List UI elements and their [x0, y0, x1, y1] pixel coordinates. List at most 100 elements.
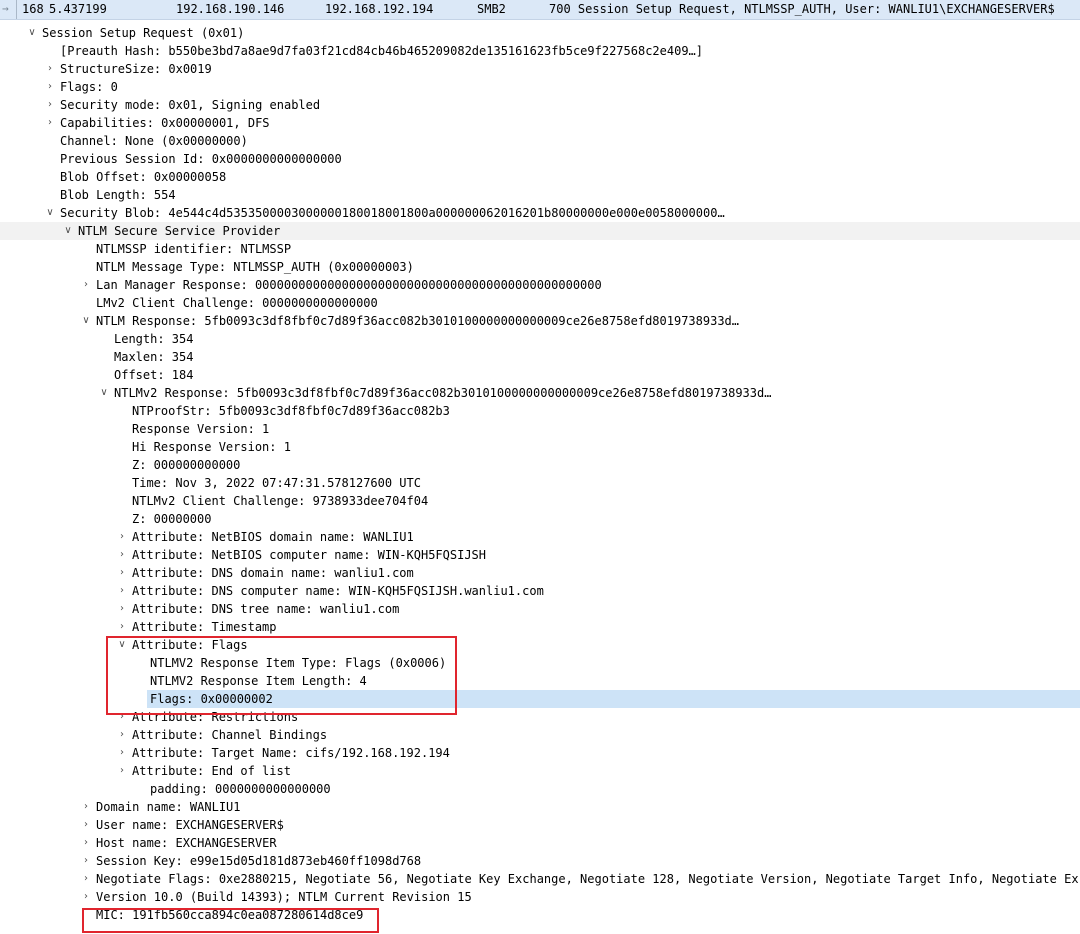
tree-row[interactable]: [Preauth Hash: b550be3bd7a8ae9d7fa03f21c…	[0, 42, 1080, 60]
tree-row-label: Blob Offset: 0x00000058	[60, 170, 227, 184]
chevron-right-icon[interactable]: ›	[80, 816, 92, 834]
chevron-right-icon[interactable]: ›	[80, 888, 92, 906]
tree-row[interactable]: › Attribute: End of list	[0, 762, 1080, 780]
tree-row[interactable]: › Session Key: e99e15d05d181d873eb460ff10…	[0, 852, 1080, 870]
tree-row-label: Flags: 0	[60, 80, 118, 94]
tree-row[interactable]: › Lan Manager Response: 00000000000000000…	[0, 276, 1080, 294]
chevron-right-icon[interactable]: ›	[116, 546, 128, 564]
tree-row-label: Host name: EXCHANGESERVER	[96, 836, 277, 850]
chevron-right-icon[interactable]: ›	[116, 528, 128, 546]
chevron-right-icon[interactable]: ›	[80, 870, 92, 888]
packet-number: 168	[22, 2, 44, 16]
tree-row[interactable]: ∨ NTLM Secure Service Provider	[0, 222, 1080, 240]
tree-row[interactable]: › User name: EXCHANGESERVER$	[0, 816, 1080, 834]
chevron-right-icon[interactable]: ›	[116, 600, 128, 618]
tree-row-label: NTProofStr: 5fb0093c3df8fbf0c7d89f36acc0…	[132, 404, 450, 418]
tree-row-label: NTLM Response: 5fb0093c3df8fbf0c7d89f36a…	[96, 314, 739, 328]
tree-row[interactable]: Length: 354	[0, 330, 1080, 348]
tree-row[interactable]: › Security mode: 0x01, Signing enabled	[0, 96, 1080, 114]
tree-row[interactable]: Blob Length: 554	[0, 186, 1080, 204]
tree-row[interactable]: Offset: 184	[0, 366, 1080, 384]
tree-row-label: Attribute: Timestamp	[132, 620, 277, 634]
packet-protocol: SMB2	[477, 2, 506, 16]
tree-row[interactable]: Z: 00000000	[0, 510, 1080, 528]
tree-row[interactable]: › Version 10.0 (Build 14393); NTLM Curren…	[0, 888, 1080, 906]
tree-row[interactable]: › Attribute: Target Name: cifs/192.168.19…	[0, 744, 1080, 762]
tree-row-label: Blob Length: 554	[60, 188, 176, 202]
tree-row[interactable]: NTLMSSP identifier: NTLMSSP	[0, 240, 1080, 258]
tree-row[interactable]: Previous Session Id: 0x0000000000000000	[0, 150, 1080, 168]
tree-row[interactable]: › Attribute: Timestamp	[0, 618, 1080, 636]
chevron-right-icon[interactable]: ›	[44, 60, 56, 78]
chevron-right-icon[interactable]: ›	[116, 744, 128, 762]
chevron-right-icon[interactable]: ›	[44, 96, 56, 114]
packet-time: 5.437199	[49, 2, 107, 16]
tree-row[interactable]: › Attribute: Channel Bindings	[0, 726, 1080, 744]
tree-row-label: Hi Response Version: 1	[132, 440, 291, 454]
tree-row[interactable]: › Attribute: NetBIOS domain name: WANLIU1	[0, 528, 1080, 546]
tree-row[interactable]: NTProofStr: 5fb0093c3df8fbf0c7d89f36acc0…	[0, 402, 1080, 420]
tree-row[interactable]: LMv2 Client Challenge: 0000000000000000	[0, 294, 1080, 312]
tree-row[interactable]: ∨ Session Setup Request (0x01)	[0, 24, 1080, 42]
tree-row-label: Attribute: DNS tree name: wanliu1.com	[132, 602, 400, 616]
packet-destination: 192.168.192.194	[325, 2, 434, 16]
tree-row[interactable]: padding: 0000000000000000	[0, 780, 1080, 798]
tree-row[interactable]: › Flags: 0	[0, 78, 1080, 96]
packet-row-divider	[16, 0, 17, 19]
tree-row[interactable]: Channel: None (0x00000000)	[0, 132, 1080, 150]
tree-row[interactable]: › Attribute: NetBIOS computer name: WIN-K…	[0, 546, 1080, 564]
tree-row[interactable]: Response Version: 1	[0, 420, 1080, 438]
chevron-right-icon[interactable]: ›	[80, 276, 92, 294]
tree-row[interactable]: › Host name: EXCHANGESERVER	[0, 834, 1080, 852]
tree-row-label: Security Blob: 4e544c4d53535000030000001…	[60, 206, 725, 220]
tree-row[interactable]: › Negotiate Flags: 0xe2880215, Negotiate …	[0, 870, 1080, 888]
mic-annotation-box	[82, 908, 379, 933]
chevron-right-icon[interactable]: ›	[44, 78, 56, 96]
chevron-right-icon[interactable]: ›	[116, 762, 128, 780]
tree-row-label: Session Setup Request (0x01)	[42, 26, 245, 40]
chevron-down-icon[interactable]: ∨	[26, 24, 38, 42]
tree-row-label: Attribute: Target Name: cifs/192.168.192…	[132, 746, 450, 760]
tree-row-label: Length: 354	[114, 332, 194, 346]
tree-row[interactable]: Time: Nov 3, 2022 07:47:31.578127600 UTC	[0, 474, 1080, 492]
tree-row-label: Attribute: DNS computer name: WIN-KQH5FQ…	[132, 584, 544, 598]
tree-row[interactable]: Maxlen: 354	[0, 348, 1080, 366]
chevron-right-icon[interactable]: ›	[116, 618, 128, 636]
tree-row[interactable]: ∨ NTLM Response: 5fb0093c3df8fbf0c7d89f36…	[0, 312, 1080, 330]
chevron-right-icon[interactable]: ›	[80, 852, 92, 870]
chevron-right-icon[interactable]: ›	[116, 564, 128, 582]
tree-row[interactable]: Z: 000000000000	[0, 456, 1080, 474]
tree-row[interactable]: › Domain name: WANLIU1	[0, 798, 1080, 816]
tree-row[interactable]: NTLM Message Type: NTLMSSP_AUTH (0x00000…	[0, 258, 1080, 276]
tree-row[interactable]: › Capabilities: 0x00000001, DFS	[0, 114, 1080, 132]
chevron-down-icon[interactable]: ∨	[62, 222, 74, 240]
tree-row-label: LMv2 Client Challenge: 0000000000000000	[96, 296, 378, 310]
tree-row-label: Version 10.0 (Build 14393); NTLM Current…	[96, 890, 472, 904]
packet-length-info: 700 Session Setup Request, NTLMSSP_AUTH,…	[549, 2, 1055, 16]
chevron-down-icon[interactable]: ∨	[98, 384, 110, 402]
tree-row-label: NTLMv2 Response: 5fb0093c3df8fbf0c7d89f3…	[114, 386, 772, 400]
packet-details-tree[interactable]: ∨ Session Setup Request (0x01) [Preauth Ha…	[0, 24, 1080, 934]
tree-row-label: [Preauth Hash: b550be3bd7a8ae9d7fa03f21c…	[60, 44, 703, 58]
chevron-down-icon[interactable]: ∨	[80, 312, 92, 330]
tree-row[interactable]: Hi Response Version: 1	[0, 438, 1080, 456]
tree-row-label: Attribute: End of list	[132, 764, 291, 778]
tree-row[interactable]: › Attribute: DNS tree name: wanliu1.com	[0, 600, 1080, 618]
tree-row[interactable]: › Attribute: DNS domain name: wanliu1.com	[0, 564, 1080, 582]
chevron-right-icon[interactable]: ›	[80, 798, 92, 816]
tree-row[interactable]: › StructureSize: 0x0019	[0, 60, 1080, 78]
chevron-right-icon[interactable]: ›	[116, 726, 128, 744]
tree-row[interactable]: ∨ NTLMv2 Response: 5fb0093c3df8fbf0c7d89f…	[0, 384, 1080, 402]
chevron-right-icon[interactable]: ›	[44, 114, 56, 132]
tree-row-label: Time: Nov 3, 2022 07:47:31.578127600 UTC	[132, 476, 421, 490]
tree-row-label: NTLMSSP identifier: NTLMSSP	[96, 242, 292, 256]
tree-row[interactable]: NTLMv2 Client Challenge: 9738933dee704f0…	[0, 492, 1080, 510]
chevron-right-icon[interactable]: ›	[80, 834, 92, 852]
tree-row[interactable]: ∨ Security Blob: 4e544c4d5353500003000000…	[0, 204, 1080, 222]
tree-row[interactable]: › Attribute: DNS computer name: WIN-KQH5F…	[0, 582, 1080, 600]
tree-row-label: NTLM Secure Service Provider	[78, 224, 281, 238]
packet-list-row[interactable]: → 168 5.437199 192.168.190.146 192.168.1…	[0, 0, 1080, 20]
chevron-right-icon[interactable]: ›	[116, 582, 128, 600]
tree-row[interactable]: Blob Offset: 0x00000058	[0, 168, 1080, 186]
chevron-down-icon[interactable]: ∨	[44, 204, 56, 222]
